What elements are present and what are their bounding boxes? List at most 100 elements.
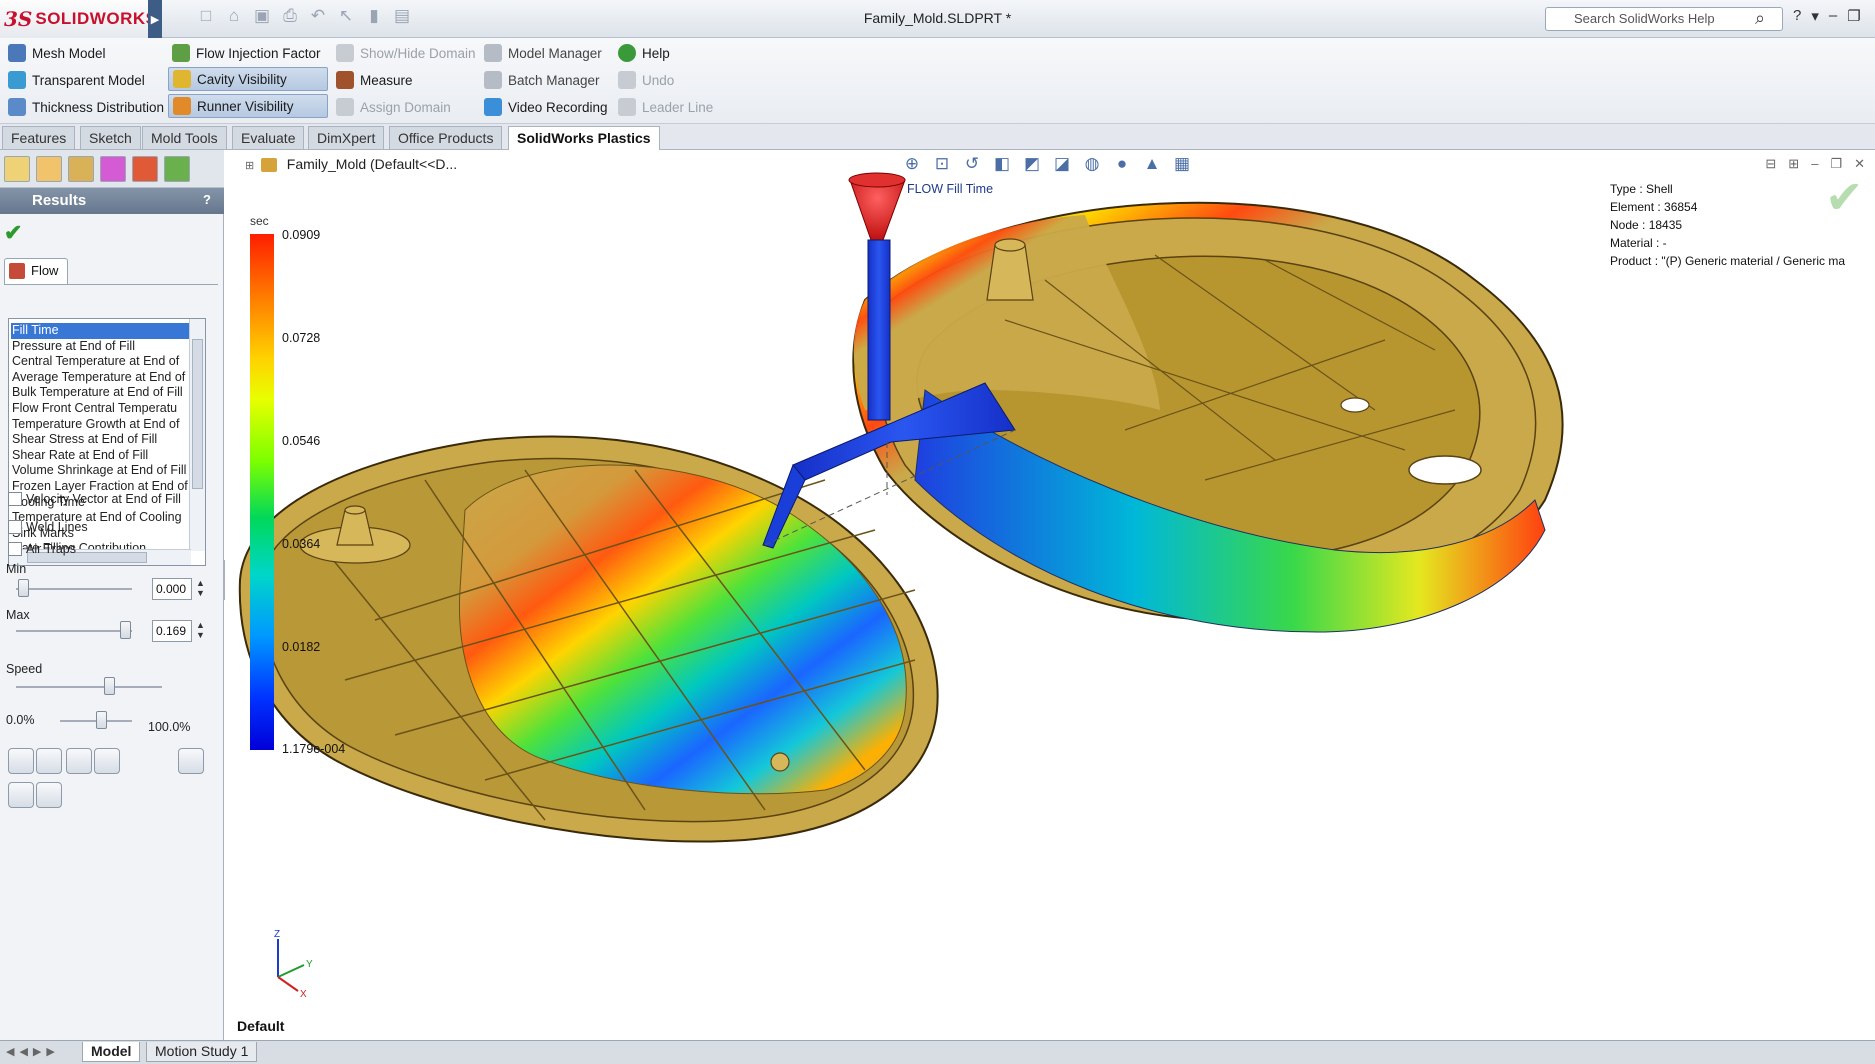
list-vertical-scrollbar[interactable] [189,319,205,551]
minimize-icon[interactable]: – [1829,7,1837,25]
measure-label: Measure [360,72,413,88]
scroll-thumb[interactable] [192,339,203,489]
title-bar: 3S SOLIDWORKS ▶ □ ⌂ ▣ ⎙ ↶ ↖ ▮ ▤ Family_M… [0,0,1875,38]
max-spin-arrows[interactable]: ▲ ▼ [196,620,206,640]
export-image-button[interactable] [178,748,204,774]
tab-mold-tools[interactable]: Mold Tools [142,126,227,149]
result-type-item[interactable]: Fill Time [11,323,189,339]
thickness-distribution-icon [8,98,26,116]
help-search-input[interactable]: Search SolidWorks Help [1545,7,1783,31]
new-icon[interactable]: □ [195,6,217,32]
checkbox-box[interactable] [8,542,22,556]
undo-icon[interactable]: ↶ [307,6,329,32]
runner-visibility-button[interactable]: Runner Visibility [168,94,328,118]
tab-office-products[interactable]: Office Products [389,126,503,149]
property-manager-tab-icon[interactable] [36,156,62,182]
result-type-item[interactable]: Shear Stress at End of Fill [11,432,189,448]
checkbox-box[interactable] [8,492,22,506]
color-scale-button[interactable] [36,782,62,808]
tab-navigation-arrows[interactable]: ◀◀▶▶ [6,1045,60,1058]
plot-settings-button[interactable] [8,782,34,808]
stop-button[interactable] [66,748,92,774]
air-traps-checkbox[interactable]: Air Traps [8,542,76,556]
pause-button[interactable] [36,748,62,774]
tab-motion-study[interactable]: Motion Study 1 [146,1042,258,1062]
result-type-item[interactable]: Bulk Temperature at End of Fill [11,385,189,401]
min-value-input[interactable]: 0.000 [152,578,192,600]
tab-dimxpert[interactable]: DimXpert [308,126,385,149]
search-icon[interactable]: ⌕ [1755,8,1765,29]
result-type-item[interactable]: Average Temperature at End of [11,370,189,386]
runner-visibility-icon [173,97,191,115]
ok-check-icon[interactable]: ✔ [4,220,22,246]
result-type-item[interactable]: Volume Shrinkage at End of Fill [11,463,189,479]
help-button[interactable]: Help [614,41,674,65]
result-type-item[interactable]: Flow Front Central Temperatu [11,401,189,417]
result-type-item[interactable]: Shear Rate at End of Fill [11,448,189,464]
print-icon[interactable]: ⎙ [279,6,301,32]
scale-value-5: 0.0182 [282,640,321,654]
help-icon[interactable]: ? [1793,7,1801,25]
tab-model[interactable]: Model [82,1042,141,1062]
restore-icon[interactable]: ❐ [1847,7,1860,25]
display-manager-tab-icon[interactable] [132,156,158,182]
configuration-manager-tab-icon[interactable] [68,156,94,182]
weld-lines-checkbox[interactable]: Weld Lines [8,520,88,534]
solidworks-logo[interactable]: 3S SOLIDWORKS [0,0,160,38]
measure-button[interactable]: Measure [332,68,417,92]
select-icon[interactable]: ↖ [335,6,357,32]
velocity-vector-checkbox[interactable]: Velocity Vector at End of Fill [8,492,181,506]
undo-button[interactable]: Undo [614,68,678,92]
scale-value-3: 0.0546 [282,434,321,448]
video-recording-button[interactable]: Video Recording [480,95,612,119]
show-hide-domain-button[interactable]: Show/Hide Domain [332,41,480,65]
help-dropdown-icon[interactable]: ▾ [1811,7,1819,25]
tab-flow[interactable]: Flow [4,258,68,284]
left-part [238,435,939,843]
max-slider-knob[interactable] [120,621,131,639]
tab-solidworks-plastics[interactable]: SolidWorks Plastics [508,126,660,151]
play-button[interactable] [8,748,34,774]
leader-line-button[interactable]: Leader Line [614,95,717,119]
min-slider-knob[interactable] [18,579,29,597]
feature-tree-tab-icon[interactable] [4,156,30,182]
result-type-item[interactable]: Central Temperature at End of [11,354,189,370]
result-type-item[interactable]: Temperature Growth at End of [11,417,189,433]
plastics-manager-tab-icon[interactable] [164,156,190,182]
open-icon[interactable]: ⌂ [223,6,245,32]
max-slider[interactable] [16,621,132,639]
flow-injection-factor-button[interactable]: Flow Injection Factor [168,41,325,65]
result-type-item[interactable]: Pressure at End of Fill [11,339,189,355]
tab-sketch[interactable]: Sketch [80,126,141,149]
undo-icon [618,71,636,89]
batch-manager-button[interactable]: Batch Manager [480,68,604,92]
save-icon[interactable]: ▣ [251,6,273,32]
rebuild-icon[interactable]: ▮ [363,6,385,32]
range-slider[interactable] [60,711,132,729]
tab-features[interactable]: Features [2,126,76,149]
min-slider[interactable] [16,579,132,597]
panel-help-button[interactable]: ? [198,192,216,210]
max-value-input[interactable]: 0.169 [152,620,192,642]
cavity-visibility-button[interactable]: Cavity Visibility [168,67,328,91]
assign-domain-button[interactable]: Assign Domain [332,95,455,119]
min-spin-arrows[interactable]: ▲ ▼ [196,578,206,598]
menu-flyout-arrow-icon[interactable]: ▶ [148,0,162,38]
checkbox-box[interactable] [8,520,22,534]
thickness-distribution-button[interactable]: Thickness Distribution [4,95,168,119]
bottom-tab-bar: ◀◀▶▶ Model Motion Study 1 [0,1040,1875,1064]
tab-evaluate[interactable]: Evaluate [232,126,305,149]
scale-unit: sec [250,214,269,228]
speed-slider[interactable] [16,677,162,695]
mesh-model-button[interactable]: Mesh Model [4,41,110,65]
transparent-model-button[interactable]: Transparent Model [4,68,149,92]
window-controls: ? ▾ – ❐ [1793,7,1861,25]
graphics-viewport[interactable]: ⊞ Family_Mold (Default<<D... ⊕ ⊡ ↺ ◧ ◩ ◪… [225,150,1875,1040]
dimxpert-tab-icon[interactable] [100,156,126,182]
loop-button[interactable] [94,748,120,774]
options-icon[interactable]: ▤ [391,6,413,32]
speed-slider-knob[interactable] [104,677,115,695]
range-slider-knob[interactable] [96,711,107,729]
leader-line-icon [618,98,636,116]
model-manager-button[interactable]: Model Manager [480,41,606,65]
